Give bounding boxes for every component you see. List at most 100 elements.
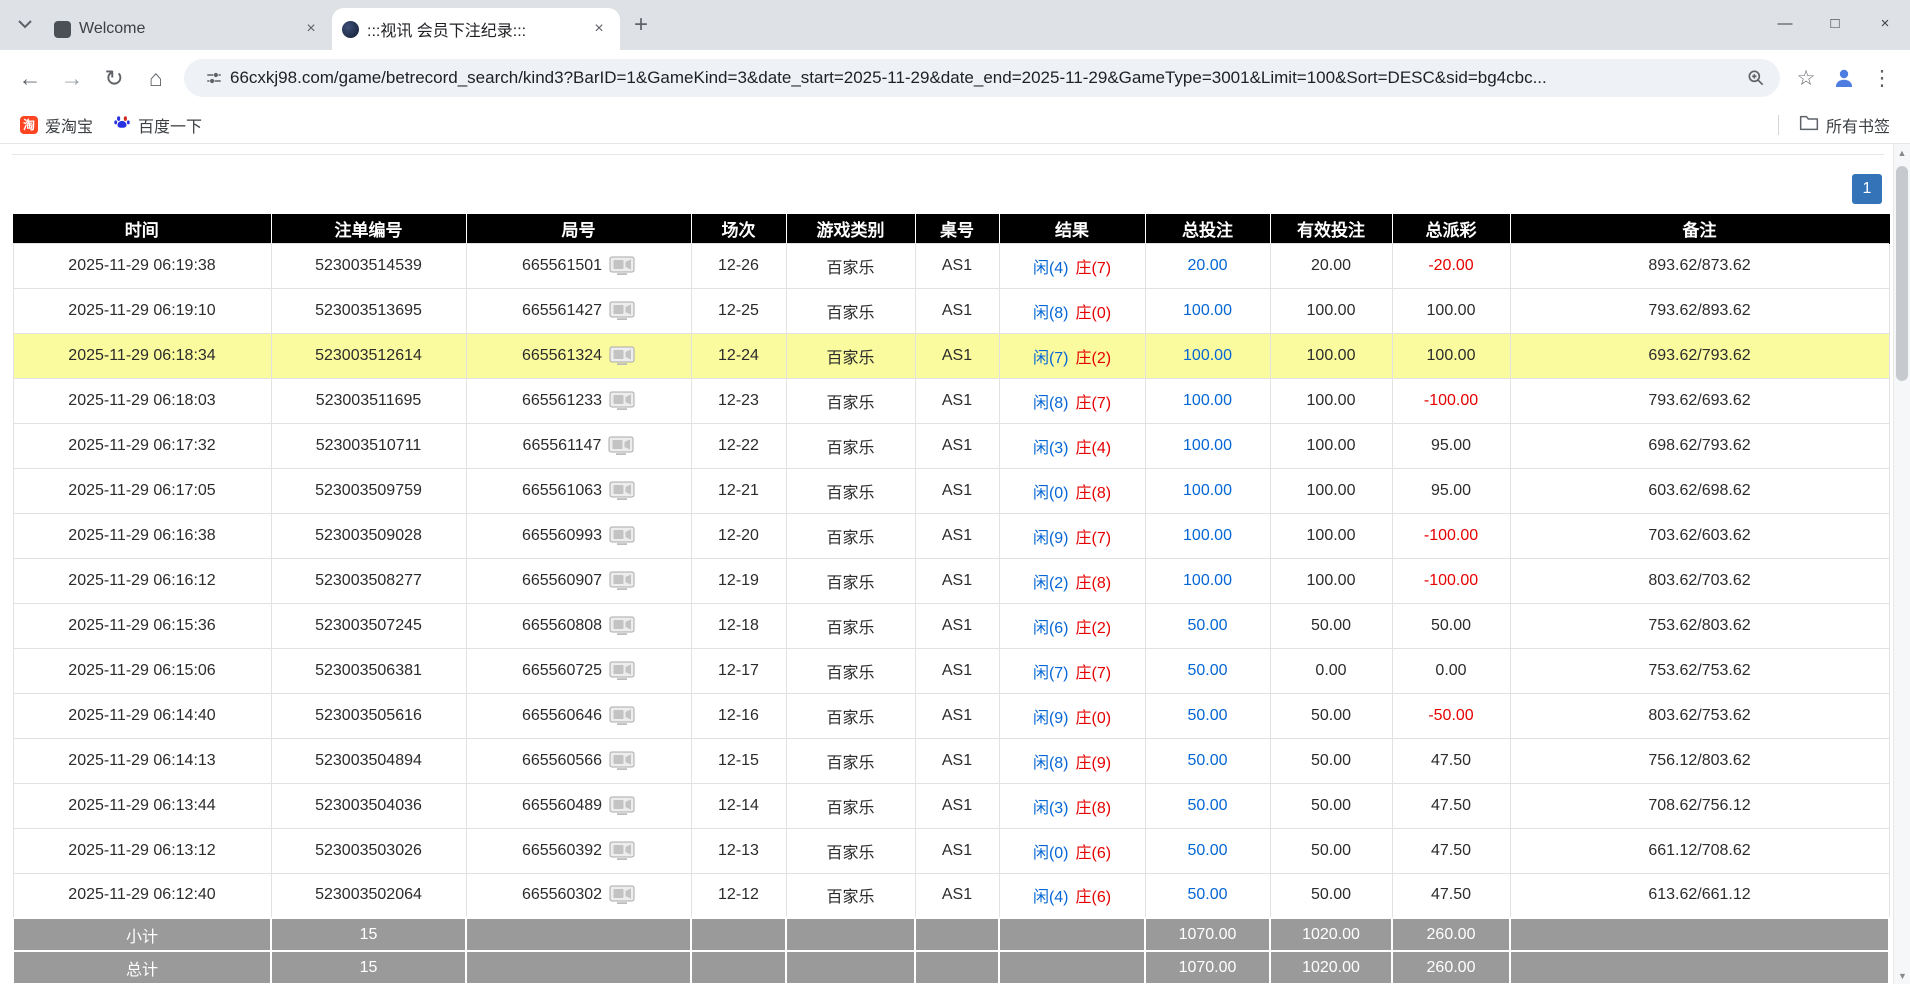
cell-time: 2025-11-29 06:16:38: [13, 513, 271, 558]
cell-remark: 753.62/803.62: [1510, 603, 1889, 648]
cell-total-bet[interactable]: 20.00: [1145, 243, 1270, 288]
cell-session: 12-12: [691, 873, 786, 918]
cell-result: 闲(9)庄(7): [999, 513, 1145, 558]
video-replay-icon[interactable]: [609, 526, 635, 546]
cell-valid-bet: 50.00: [1270, 603, 1392, 648]
video-replay-icon[interactable]: [609, 301, 635, 321]
pagination: 1: [1852, 174, 1882, 204]
scroll-up-button[interactable]: ▲: [1894, 144, 1910, 161]
refresh-button[interactable]: ↻: [94, 58, 134, 98]
video-replay-icon[interactable]: [609, 346, 635, 366]
new-tab-button[interactable]: +: [626, 10, 656, 40]
cell-game-type: 百家乐: [786, 423, 915, 468]
cell-total-bet[interactable]: 100.00: [1145, 333, 1270, 378]
video-replay-icon[interactable]: [609, 481, 635, 501]
cell-total-bet[interactable]: 100.00: [1145, 558, 1270, 603]
video-replay-icon[interactable]: [609, 616, 635, 636]
cell-total-bet[interactable]: 100.00: [1145, 378, 1270, 423]
cell-valid-bet: 100.00: [1270, 333, 1392, 378]
bookmark-item-baidu[interactable]: 百度一下: [105, 109, 210, 141]
cell-session: 12-19: [691, 558, 786, 603]
cell-payout: 50.00: [1392, 603, 1510, 648]
tab-close-icon[interactable]: ×: [588, 18, 610, 40]
video-replay-icon[interactable]: [609, 751, 635, 771]
result-zhuang: 庄(2): [1076, 350, 1112, 367]
forward-button[interactable]: →: [52, 58, 92, 98]
menu-icon[interactable]: ⋮: [1864, 60, 1900, 96]
cell-bet-no: 523003509759: [271, 468, 466, 513]
cell-total-bet[interactable]: 50.00: [1145, 648, 1270, 693]
cell-table-no: AS1: [915, 828, 999, 873]
round-number: 665561147: [523, 437, 602, 455]
cell-total-bet[interactable]: 50.00: [1145, 783, 1270, 828]
cell-total-bet[interactable]: 100.00: [1145, 423, 1270, 468]
cell-payout: 95.00: [1392, 468, 1510, 513]
site-info-icon[interactable]: [198, 63, 230, 93]
scroll-down-button[interactable]: ▼: [1894, 967, 1910, 984]
bet-records-favicon: [342, 21, 359, 38]
close-button[interactable]: ×: [1860, 0, 1910, 46]
video-replay-icon[interactable]: [609, 391, 635, 411]
video-replay-icon[interactable]: [609, 256, 635, 276]
cell-table-no: AS1: [915, 243, 999, 288]
zoom-icon[interactable]: [1740, 63, 1772, 93]
cell-bet-no: 523003502064: [271, 873, 466, 918]
round-number: 665561063: [522, 482, 602, 500]
bookmark-star-icon[interactable]: ☆: [1788, 60, 1824, 96]
table-row: 2025-11-29 06:19:38 523003514539 6655615…: [13, 243, 1889, 288]
bookmark-item-aitaobao[interactable]: 淘 爱淘宝: [12, 109, 101, 141]
bet-records-table: 时间 注单编号 局号 场次 游戏类别 桌号 结果 总投注 有效投注 总派彩 备注…: [12, 214, 1890, 984]
video-replay-icon[interactable]: [609, 661, 635, 681]
video-replay-icon[interactable]: [608, 436, 634, 456]
tab-close-icon[interactable]: ×: [300, 18, 322, 40]
cell-table-no: AS1: [915, 738, 999, 783]
cell-valid-bet: 50.00: [1270, 783, 1392, 828]
cell-total-bet[interactable]: 100.00: [1145, 513, 1270, 558]
cell-total-bet[interactable]: 50.00: [1145, 603, 1270, 648]
table-row: 2025-11-29 06:18:34 523003512614 6655613…: [13, 333, 1889, 378]
column-header-round: 局号: [466, 214, 691, 243]
cell-result: 闲(4)庄(7): [999, 243, 1145, 288]
address-bar[interactable]: 66cxkj98.com/game/betrecord_search/kind3…: [184, 59, 1780, 97]
pagination-page-1-button[interactable]: 1: [1852, 174, 1882, 204]
url-text[interactable]: 66cxkj98.com/game/betrecord_search/kind3…: [230, 68, 1740, 88]
minimize-button[interactable]: —: [1760, 0, 1810, 46]
back-button[interactable]: ←: [10, 58, 50, 98]
cell-result: 闲(4)庄(6): [999, 873, 1145, 918]
cell-total-bet[interactable]: 50.00: [1145, 738, 1270, 783]
cell-total-bet[interactable]: 50.00: [1145, 873, 1270, 918]
tab-search-button[interactable]: [10, 10, 40, 40]
video-replay-icon[interactable]: [609, 571, 635, 591]
video-replay-icon[interactable]: [609, 885, 635, 905]
window-controls: — □ ×: [1760, 0, 1910, 46]
result-zhuang: 庄(8): [1076, 485, 1112, 502]
home-button[interactable]: ⌂: [136, 58, 176, 98]
table-row: 2025-11-29 06:17:32 523003510711 6655611…: [13, 423, 1889, 468]
baidu-paw-icon: [113, 113, 131, 136]
cell-total-bet[interactable]: 100.00: [1145, 468, 1270, 513]
cell-valid-bet: 50.00: [1270, 828, 1392, 873]
cell-result: 闲(6)庄(2): [999, 603, 1145, 648]
cell-total-bet[interactable]: 50.00: [1145, 693, 1270, 738]
table-row: 2025-11-29 06:15:36 523003507245 6655608…: [13, 603, 1889, 648]
cell-total-bet[interactable]: 100.00: [1145, 288, 1270, 333]
cell-total-bet[interactable]: 50.00: [1145, 828, 1270, 873]
result-xian: 闲(4): [1033, 889, 1069, 906]
all-bookmarks-button[interactable]: 所有书签: [1791, 109, 1898, 141]
tab-bet-records[interactable]: :::视讯 会员下注纪录::: ×: [332, 8, 620, 50]
cell-time: 2025-11-29 06:15:06: [13, 648, 271, 693]
video-replay-icon[interactable]: [609, 841, 635, 861]
cell-remark: 793.62/893.62: [1510, 288, 1889, 333]
scroll-thumb[interactable]: [1896, 166, 1908, 381]
cell-bet-no: 523003504036: [271, 783, 466, 828]
video-replay-icon[interactable]: [609, 796, 635, 816]
cell-session: 12-25: [691, 288, 786, 333]
profile-avatar[interactable]: [1826, 60, 1862, 96]
maximize-button[interactable]: □: [1810, 0, 1860, 46]
scrollbar[interactable]: ▲ ▼: [1893, 144, 1910, 984]
tab-welcome[interactable]: Welcome ×: [44, 8, 332, 50]
table-row: 2025-11-29 06:19:10 523003513695 6655614…: [13, 288, 1889, 333]
result-xian: 闲(2): [1033, 575, 1069, 592]
video-replay-icon[interactable]: [609, 706, 635, 726]
subtotal-label: 小计: [13, 918, 271, 951]
